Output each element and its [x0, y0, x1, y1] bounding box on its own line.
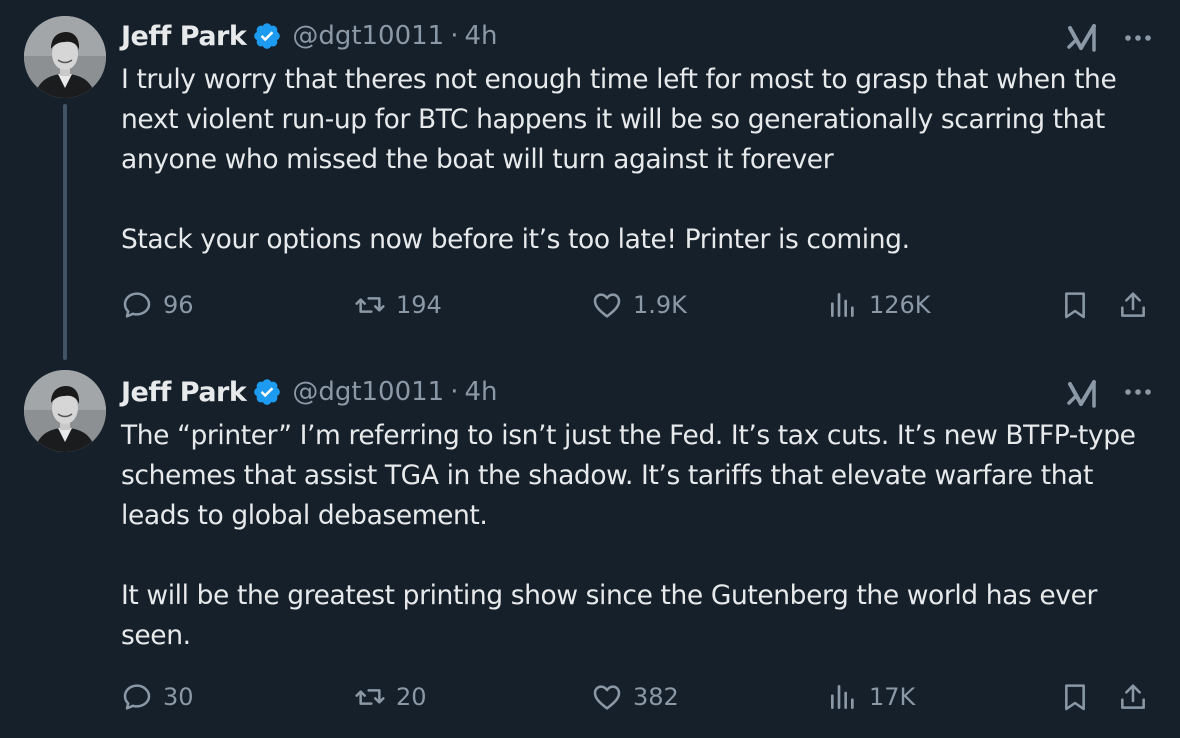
share-button[interactable]: [1117, 284, 1149, 326]
views-button[interactable]: 17K: [827, 676, 915, 718]
views-icon: [831, 293, 854, 317]
reply-icon: [123, 684, 151, 710]
verified-badge-icon[interactable]: [252, 21, 282, 51]
tweet-text: The “printer” I’m referring to isn’t jus…: [121, 416, 1166, 656]
like-button[interactable]: 1.9K: [591, 284, 687, 326]
tweet[interactable]: Jeff Park @dgt10011 · 4h The “printer” I…: [0, 362, 1180, 738]
share-button[interactable]: [1117, 676, 1149, 718]
grok-icon[interactable]: [1066, 376, 1102, 412]
repost-count: 20: [396, 683, 427, 711]
avatar-photo: [24, 16, 106, 98]
tweet-text: I truly worry that theres not enough tim…: [121, 60, 1166, 260]
author-handle[interactable]: @dgt10011: [292, 21, 444, 51]
reply-icon: [123, 292, 151, 318]
views-button[interactable]: 126K: [827, 284, 931, 326]
bookmark-button[interactable]: [1059, 676, 1091, 718]
share-icon: [1121, 684, 1145, 709]
tweet-paragraph: Stack your options now before it’s too l…: [121, 224, 910, 255]
heart-icon: [593, 685, 621, 710]
author-handle[interactable]: @dgt10011: [292, 377, 444, 407]
bookmark-button[interactable]: [1059, 284, 1091, 326]
author-name[interactable]: Jeff Park: [121, 21, 247, 52]
more-icon[interactable]: [1120, 380, 1156, 404]
grok-icon[interactable]: [1066, 20, 1102, 56]
reply-button[interactable]: 96: [121, 284, 194, 326]
repost-count: 194: [396, 291, 442, 319]
views-icon: [831, 685, 854, 709]
like-button[interactable]: 382: [591, 676, 679, 718]
author-name[interactable]: Jeff Park: [121, 377, 247, 408]
reply-button[interactable]: 30: [121, 676, 194, 718]
repost-button[interactable]: 194: [354, 284, 442, 326]
tweet-paragraph: The “printer” I’m referring to isn’t jus…: [121, 420, 1136, 531]
bookmark-icon: [1065, 292, 1085, 319]
share-icon: [1121, 292, 1145, 317]
repost-button[interactable]: 20: [354, 676, 427, 718]
action-bar: 30 20 382 17K: [121, 676, 1161, 718]
verified-badge-icon[interactable]: [252, 377, 282, 407]
timestamp[interactable]: 4h: [465, 377, 498, 407]
avatar[interactable]: [24, 16, 106, 98]
views-count: 126K: [869, 291, 931, 319]
views-count: 17K: [869, 683, 916, 711]
action-bar: 96 194 1.9K 126K: [121, 284, 1161, 326]
tweet-paragraph: It will be the greatest printing show si…: [121, 580, 1097, 651]
repost-icon: [355, 689, 385, 705]
reply-count: 30: [163, 683, 194, 711]
separator-dot: ·: [450, 21, 459, 51]
thread-line: [63, 104, 67, 360]
tweet-header: Jeff Park @dgt10011 · 4h: [121, 372, 498, 412]
like-count: 382: [633, 683, 679, 711]
avatar-photo: [24, 370, 106, 452]
like-count: 1.9K: [633, 291, 687, 319]
more-icon[interactable]: [1120, 26, 1156, 50]
tweet-header: Jeff Park @dgt10011 · 4h: [121, 16, 498, 56]
tweet[interactable]: Jeff Park @dgt10011 · 4h I truly worry t…: [0, 0, 1180, 362]
heart-icon: [593, 293, 621, 318]
separator-dot: ·: [450, 377, 459, 407]
bookmark-icon: [1065, 684, 1085, 711]
tweet-paragraph: I truly worry that theres not enough tim…: [121, 64, 1117, 175]
reply-count: 96: [163, 291, 194, 319]
avatar[interactable]: [24, 370, 106, 452]
timestamp[interactable]: 4h: [465, 21, 498, 51]
repost-icon: [355, 297, 385, 313]
